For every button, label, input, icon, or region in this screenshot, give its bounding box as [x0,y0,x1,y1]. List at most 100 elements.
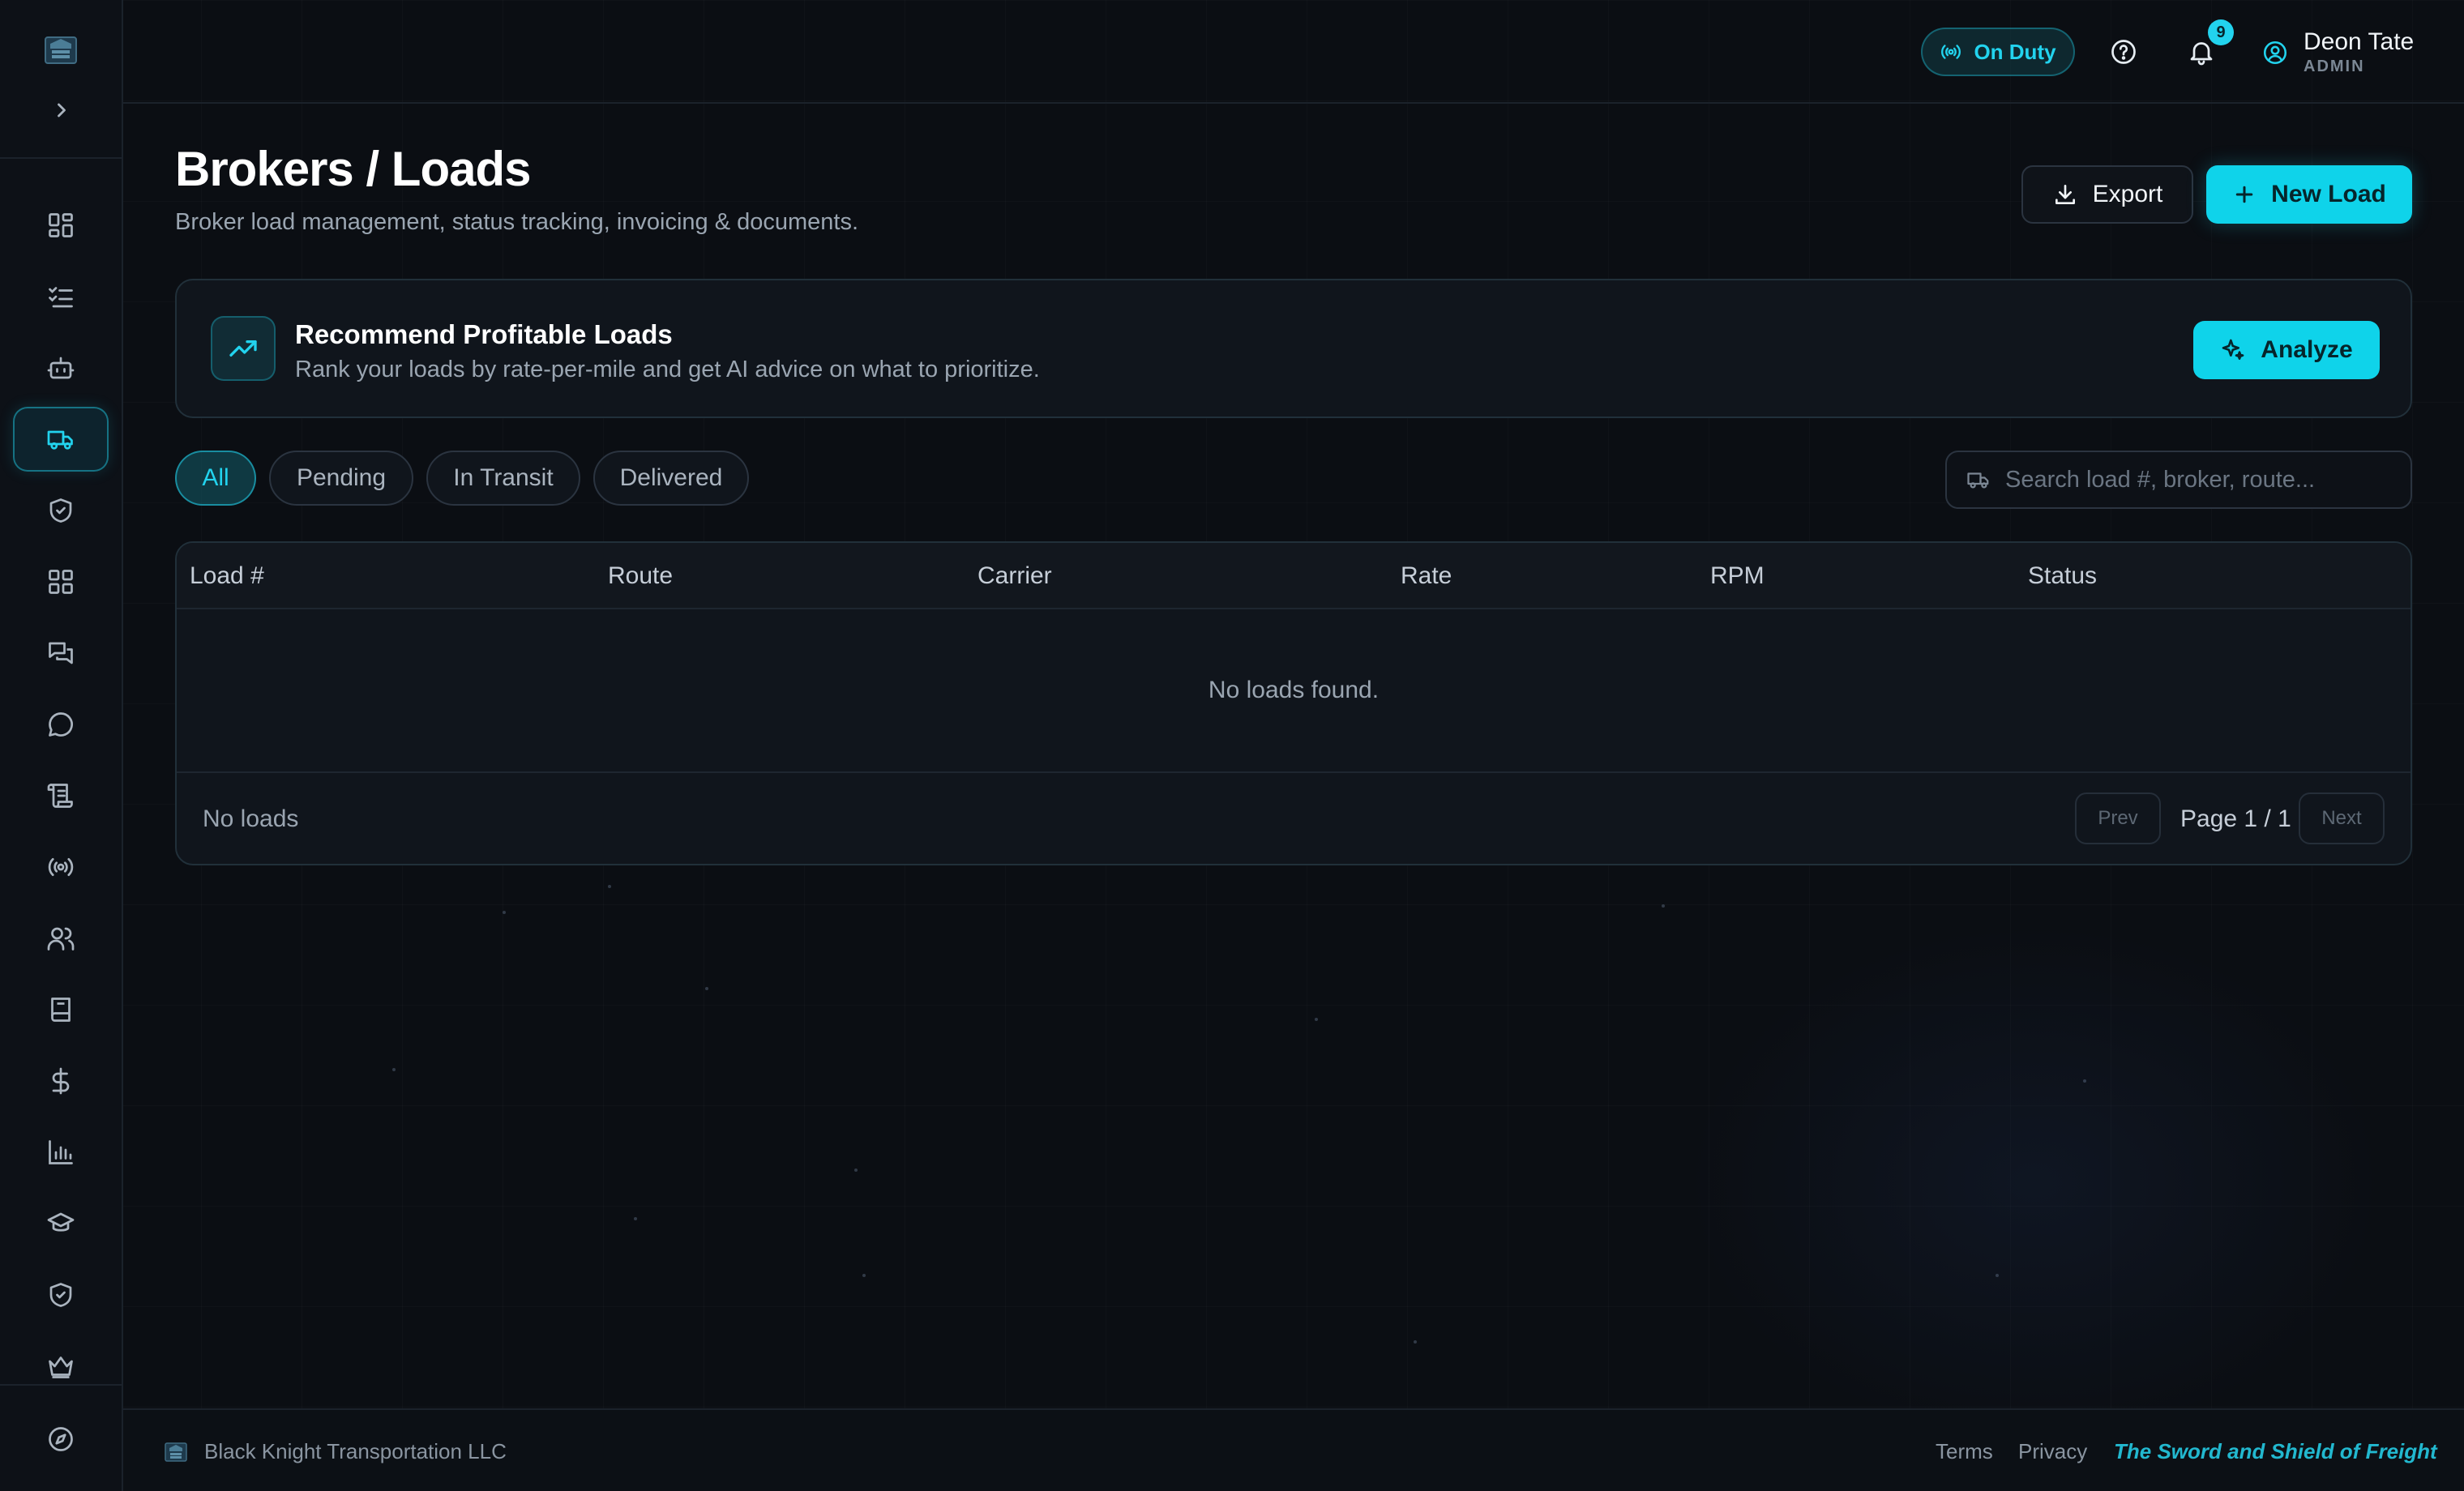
user-menu[interactable]: Deon Tate ADMIN [2261,24,2414,81]
user-info: Deon Tate ADMIN [2304,28,2414,77]
terms-link[interactable]: Terms [1936,1439,1993,1464]
messages-icon [49,642,73,664]
dashboard-icon [49,213,73,237]
export-button[interactable]: Export [2021,165,2193,224]
recommend-subtitle: Rank your loads by rate-per-mile and get… [295,357,1040,382]
background-dot [1996,1274,1999,1277]
export-label: Export [2092,181,2163,207]
sidebar [0,0,123,1491]
footer: Black Knight Transportation LLC Terms Pr… [123,1408,2464,1491]
filter-tab-all[interactable]: All [175,451,256,506]
filter-tab-pending[interactable]: Pending [269,451,413,506]
user-name: Deon Tate [2304,28,2415,55]
column-header-status[interactable]: Status [2028,562,2097,590]
sidebar-item-dispatch[interactable] [13,835,109,899]
empty-state-message: No loads found. [1208,677,1380,703]
column-header-rpm[interactable]: RPM [1710,562,1765,590]
broadcast-icon [48,857,74,877]
new-load-button[interactable]: New Load [2206,165,2412,224]
dollar-icon [52,1067,70,1095]
recommend-loads-card: Recommend Profitable Loads Rank your loa… [175,279,2412,418]
page-title: Brokers / Loads [175,142,531,196]
sidebar-item-messages[interactable] [13,621,109,686]
on-duty-toggle[interactable]: On Duty [1921,28,2075,76]
graduation-cap-icon [47,1212,75,1232]
background-dot [862,1274,866,1277]
sidebar-item-compliance[interactable] [13,478,109,543]
download-icon [2055,185,2075,204]
table-footer: No loads Prev Page 1 / 1 Next [177,771,2411,864]
next-page-button[interactable]: Next [2299,792,2385,844]
background-dot [1662,904,1665,908]
background-dot [1414,1340,1417,1344]
footer-tagline: The Sword and Shield of Freight [2114,1439,2437,1463]
column-header-route[interactable]: Route [608,562,673,590]
apps-grid-icon [49,570,73,594]
page-indicator: Page 1 / 1 [2180,805,2291,832]
prev-page-button[interactable]: Prev [2075,792,2161,844]
recommend-title: Recommend Profitable Loads [295,319,673,349]
sidebar-item-documents[interactable] [13,763,109,828]
sidebar-item-apps[interactable] [13,549,109,614]
help-circle-icon [2111,40,2136,64]
column-header-carrier[interactable]: Carrier [977,562,1052,590]
sidebar-item-premium[interactable] [13,1334,109,1399]
truck-icon [1967,472,1989,489]
sidebar-item-training[interactable] [13,1191,109,1256]
truck-icon [47,430,73,450]
sidebar-expand-button[interactable] [45,94,78,126]
sidebar-item-security[interactable] [13,1262,109,1327]
analyze-label: Analyze [2261,336,2353,363]
sidebar-divider [0,1384,123,1386]
background-dot [1315,1018,1318,1021]
broadcast-icon [1941,45,1961,59]
sidebar-item-users[interactable] [13,906,109,971]
trending-up-icon [211,316,276,381]
sidebar-item-finance[interactable] [13,1049,109,1113]
background-dot [2083,1079,2086,1083]
plus-icon [2235,186,2253,203]
sidebar-item-dashboard[interactable] [13,193,109,258]
company-logo [164,1439,188,1463]
sidebar-item-tasks[interactable] [13,264,109,329]
background-dot [854,1168,858,1172]
filter-tab-in-transit[interactable]: In Transit [426,451,580,506]
bot-icon [47,357,75,379]
sidebar-item-library[interactable] [13,977,109,1042]
background-dot [503,911,506,914]
sidebar-item-reports[interactable] [13,1120,109,1185]
bar-chart-icon [49,1140,73,1164]
background-dot [705,987,708,990]
book-icon [51,998,71,1022]
filter-tab-delivered[interactable]: Delivered [593,451,749,506]
sidebar-item-ai-assistant[interactable] [13,335,109,400]
column-header-load-number[interactable]: Load # [190,562,264,590]
table-header: Load # Route Carrier Rate RPM Status [177,543,2411,609]
background-glow [1686,924,2383,1442]
analyze-button[interactable]: Analyze [2193,321,2380,379]
notification-count-badge: 9 [2208,19,2234,45]
company-logo [42,31,79,68]
chevron-right-icon [58,103,66,117]
column-header-rate[interactable]: Rate [1401,562,1452,590]
search-input[interactable] [2005,466,2394,493]
compass-icon [49,1427,73,1451]
users-icon [47,927,75,951]
user-role: ADMIN [2304,58,2365,75]
scroll-icon [47,784,73,808]
shield-check-icon [49,498,72,523]
help-button[interactable] [2101,29,2146,75]
sparkles-icon [2222,339,2244,360]
search-box[interactable] [1945,451,2412,509]
background-dot [634,1217,637,1220]
load-count: No loads [203,805,299,832]
sidebar-item-brokers-loads[interactable] [13,407,109,472]
sidebar-item-chat[interactable] [13,692,109,757]
crown-icon [49,1356,73,1378]
privacy-link[interactable]: Privacy [2018,1439,2087,1464]
new-load-label: New Load [2271,181,2386,207]
background-dot [392,1068,396,1071]
chat-bubble-icon [49,712,73,737]
sidebar-item-explore[interactable] [13,1407,109,1472]
shield-icon [49,1283,72,1307]
